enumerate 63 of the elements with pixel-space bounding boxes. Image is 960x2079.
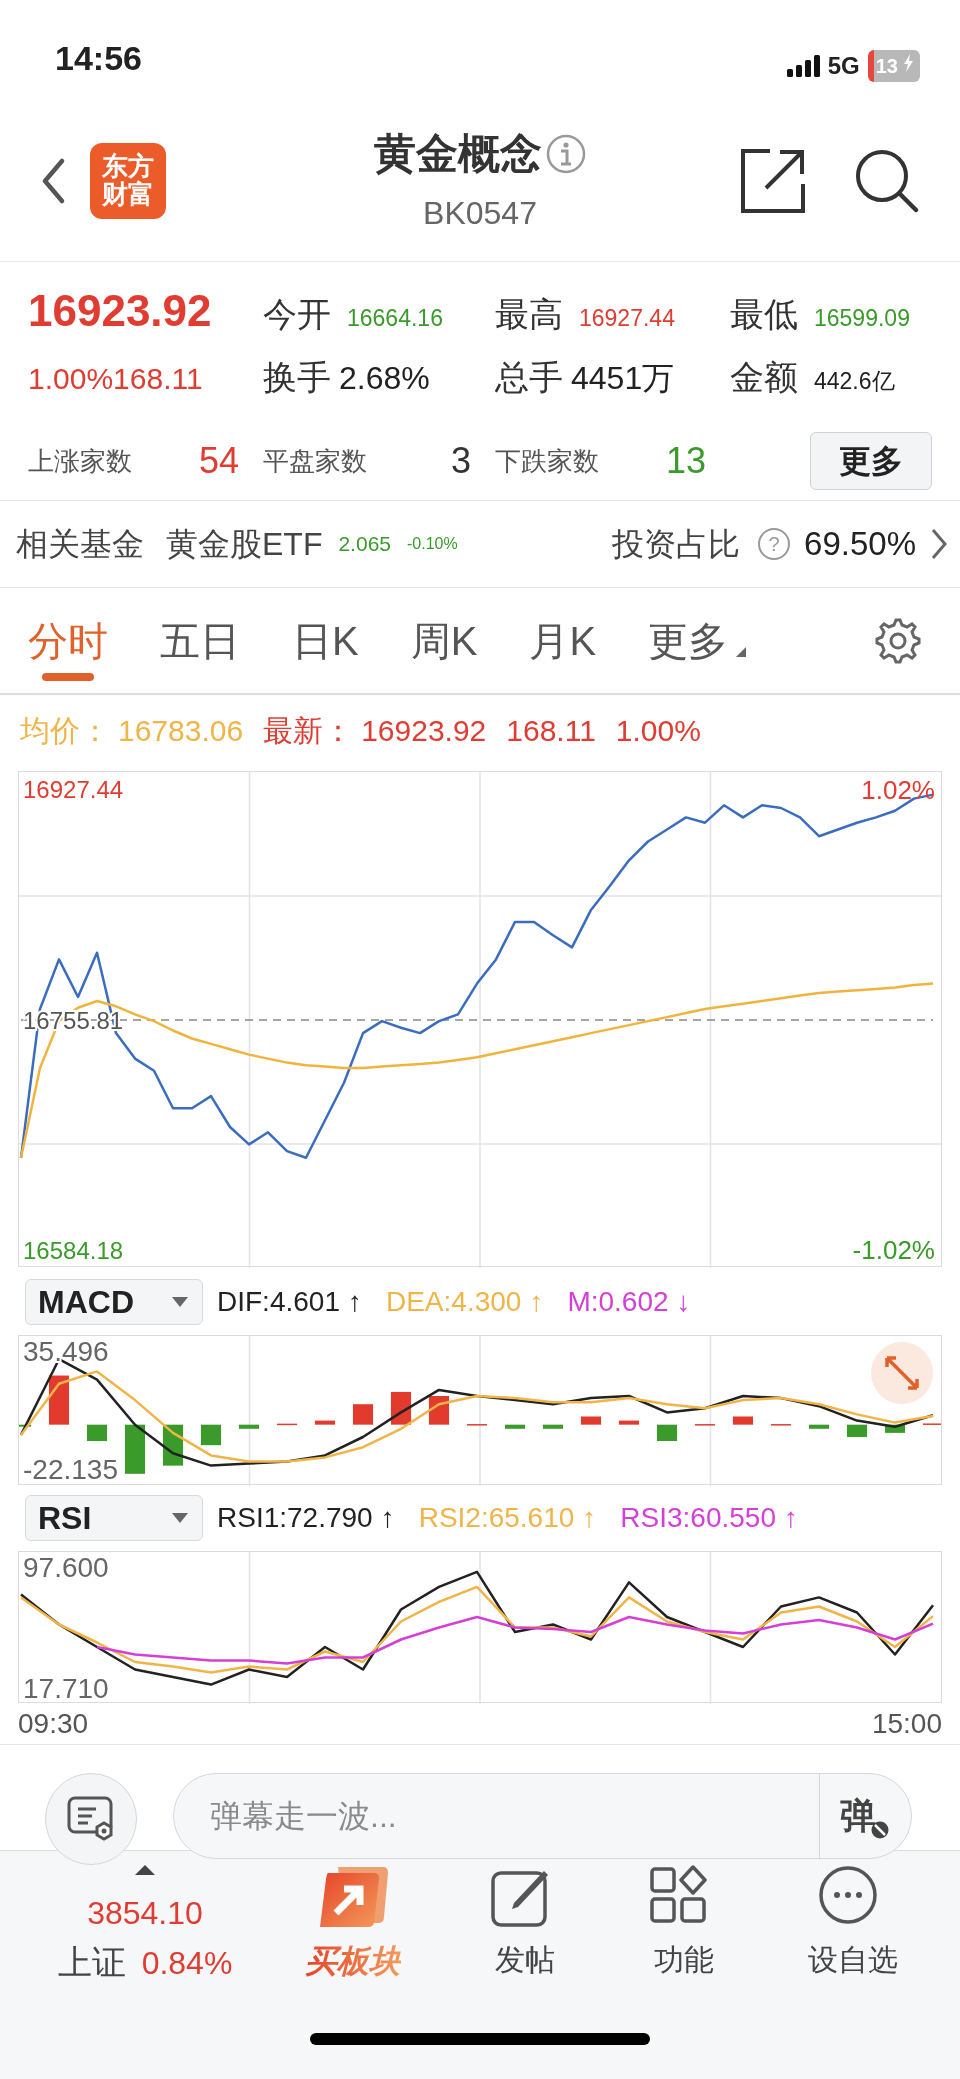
- time-label: 15:00: [871, 1706, 942, 1741]
- indicator-value: RSI3:60.550: [620, 1501, 776, 1535]
- stat-label: 最高: [495, 294, 563, 335]
- percent-label: 1.02%: [861, 775, 935, 805]
- axis-label: -22.135: [23, 1454, 118, 1486]
- axis-label: 97.600: [23, 1552, 109, 1584]
- stat-value: 2.68%: [339, 359, 430, 398]
- stat-label: 总手: [495, 357, 563, 398]
- trend-arrow: ↓: [676, 1285, 691, 1319]
- breadth-label: 上涨家数: [28, 444, 132, 478]
- app-logo: 东方 财富: [90, 142, 166, 219]
- change-percent: 1.00%: [28, 362, 114, 395]
- trend-arrow: ↑: [784, 1501, 798, 1535]
- stat-label: 今开: [263, 294, 331, 335]
- axis-label: 16927.44: [23, 776, 124, 804]
- status-time: 14:56: [55, 38, 142, 79]
- axis-label: 17.710: [23, 1672, 109, 1704]
- trend-arrow: ↑: [347, 1285, 362, 1319]
- breadth-label: 平盘家数: [263, 444, 367, 478]
- stat-label: 换手: [263, 357, 331, 398]
- trend-arrow: ↑: [582, 1501, 597, 1535]
- trend-arrow: ↑: [529, 1285, 544, 1319]
- stat-value: 4451万: [571, 359, 675, 398]
- page-title: 黄金概念: [374, 129, 542, 179]
- breadth-count: 54: [198, 439, 239, 483]
- percent-label: -1.02%: [852, 1235, 935, 1265]
- breadth-count: 13: [665, 439, 706, 483]
- stat-label: 最低: [730, 294, 798, 335]
- indicator-value: M:0.602: [567, 1285, 669, 1319]
- stat-value: 442.6亿: [814, 367, 895, 396]
- change-amount: 168.11: [113, 362, 203, 395]
- indicator-value: DIF:4.601: [217, 1285, 340, 1319]
- stat-value: 16664.16: [347, 304, 443, 333]
- last-price: 16923.92: [28, 286, 212, 335]
- stat-value: 16927.44: [579, 304, 675, 333]
- indicator-value: RSI2:65.610: [418, 1501, 575, 1535]
- indicator-value: DEA:4.300: [385, 1285, 522, 1319]
- index-change: 0.84%: [141, 1944, 233, 1983]
- latest-label: 最新：: [263, 712, 354, 749]
- breadth-count: 3: [450, 439, 471, 483]
- network-label: 5G: [827, 51, 860, 81]
- stock-code: BK0547: [423, 194, 537, 233]
- fund-price: 2.065: [338, 531, 391, 558]
- latest-price: 16923.92: [361, 712, 487, 749]
- index-value: 3854.10: [87, 1894, 203, 1933]
- stat-value: 16599.09: [814, 304, 910, 333]
- fund-change: -0.10%: [407, 534, 458, 554]
- index-name: 上证: [57, 1942, 126, 1983]
- time-label: 09:30: [18, 1706, 89, 1741]
- fund-label: 相关基金: [16, 525, 144, 564]
- axis-label: 16584.18: [23, 1236, 124, 1264]
- latest-change: 168.11: [506, 712, 596, 749]
- avg-price: 16783.06: [118, 712, 244, 749]
- stat-label: 金额: [730, 357, 798, 398]
- battery-indicator: 13: [867, 50, 920, 82]
- avg-label: 均价：: [20, 712, 110, 749]
- trend-arrow: ↑: [380, 1501, 395, 1535]
- axis-label: 35.496: [23, 1336, 109, 1368]
- ratio-value: 69.50%: [804, 524, 916, 565]
- breadth-label: 下跌家数: [495, 444, 599, 478]
- ratio-label: 投资占比: [612, 525, 741, 564]
- latest-percent: 1.00%: [615, 712, 701, 749]
- indicator-value: RSI1:72.790: [217, 1501, 373, 1535]
